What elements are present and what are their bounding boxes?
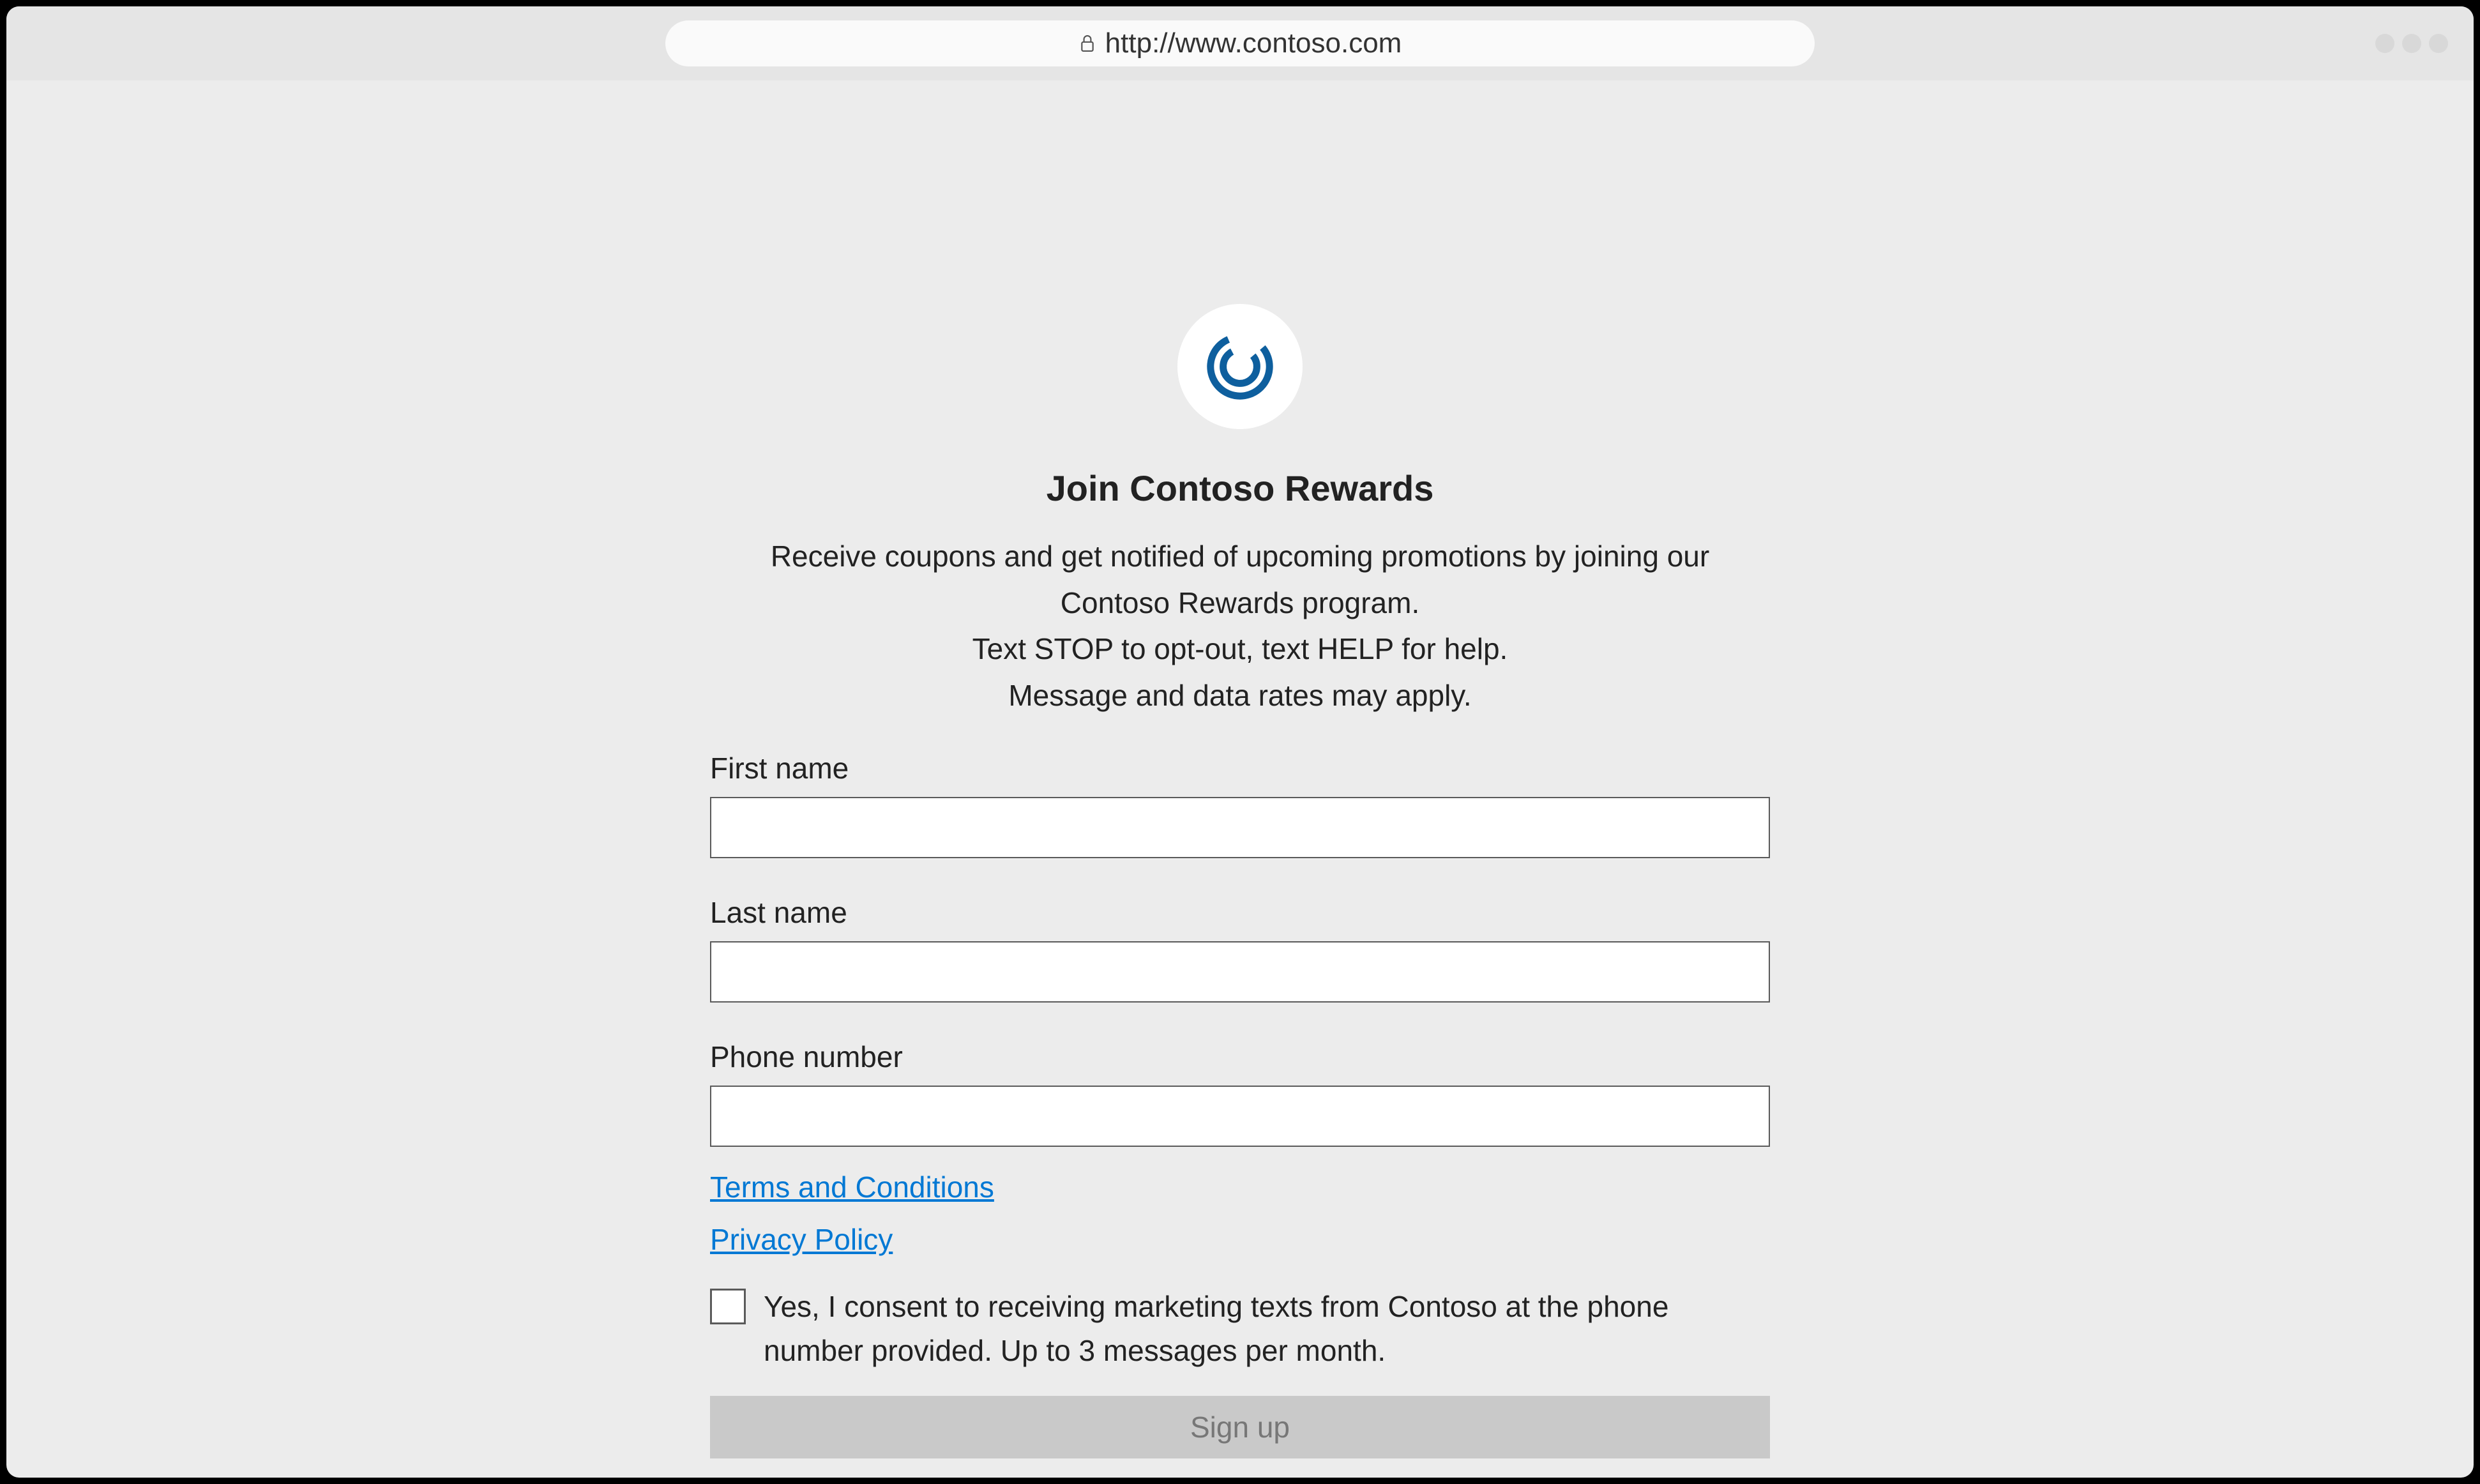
description-line: Text STOP to opt-out, text HELP for help… <box>723 626 1757 672</box>
last-name-label: Last name <box>710 895 847 930</box>
first-name-input[interactable] <box>710 797 1770 858</box>
page-title: Join Contoso Rewards <box>1047 467 1434 509</box>
content-area: Join Contoso Rewards Receive coupons and… <box>6 80 2474 1478</box>
consent-row: Yes, I consent to receiving marketing te… <box>710 1285 1770 1373</box>
contoso-logo-icon <box>1205 331 1275 402</box>
sign-up-button[interactable]: Sign up <box>710 1396 1770 1458</box>
phone-number-label: Phone number <box>710 1040 903 1074</box>
window-control-dot[interactable] <box>2402 34 2421 53</box>
window-control-dot[interactable] <box>2375 34 2394 53</box>
consent-text: Yes, I consent to receiving marketing te… <box>764 1285 1770 1373</box>
description-line: Message and data rates may apply. <box>723 672 1757 719</box>
address-bar[interactable]: http://www.contoso.com <box>665 20 1815 66</box>
form-container: Join Contoso Rewards Receive coupons and… <box>710 304 1770 1478</box>
browser-window: http://www.contoso.com Join Contoso Rewa… <box>6 6 2474 1478</box>
signup-form: First name Last name Phone number Terms … <box>710 751 1770 1458</box>
last-name-input[interactable] <box>710 941 1770 1003</box>
logo <box>1177 304 1303 429</box>
browser-toolbar: http://www.contoso.com <box>6 6 2474 80</box>
consent-checkbox[interactable] <box>710 1289 746 1324</box>
description-line: Receive coupons and get notified of upco… <box>723 533 1757 626</box>
window-controls <box>2375 34 2448 53</box>
terms-and-conditions-link[interactable]: Terms and Conditions <box>710 1170 994 1204</box>
window-control-dot[interactable] <box>2429 34 2448 53</box>
privacy-policy-link[interactable]: Privacy Policy <box>710 1222 893 1257</box>
lock-icon <box>1078 33 1096 54</box>
phone-number-input[interactable] <box>710 1086 1770 1147</box>
url-text: http://www.contoso.com <box>1105 27 1402 59</box>
first-name-label: First name <box>710 751 849 785</box>
page-description: Receive coupons and get notified of upco… <box>723 533 1757 719</box>
